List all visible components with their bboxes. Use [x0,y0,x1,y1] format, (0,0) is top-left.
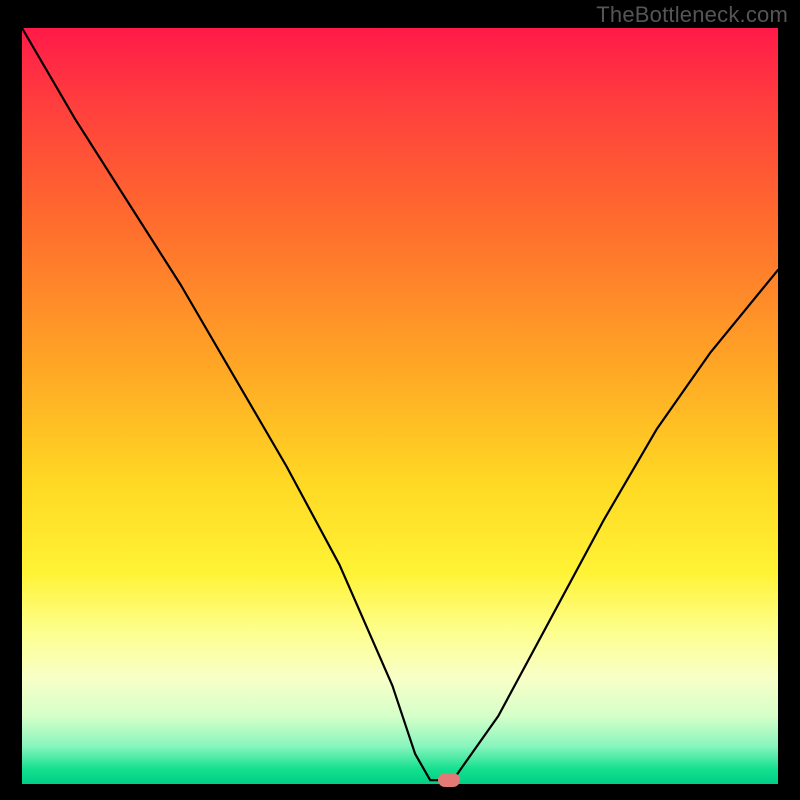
watermark-text: TheBottleneck.com [596,2,788,28]
bottleneck-curve [22,28,778,784]
chart-frame: TheBottleneck.com [0,0,800,800]
min-marker [438,773,460,787]
plot-area [22,28,778,784]
